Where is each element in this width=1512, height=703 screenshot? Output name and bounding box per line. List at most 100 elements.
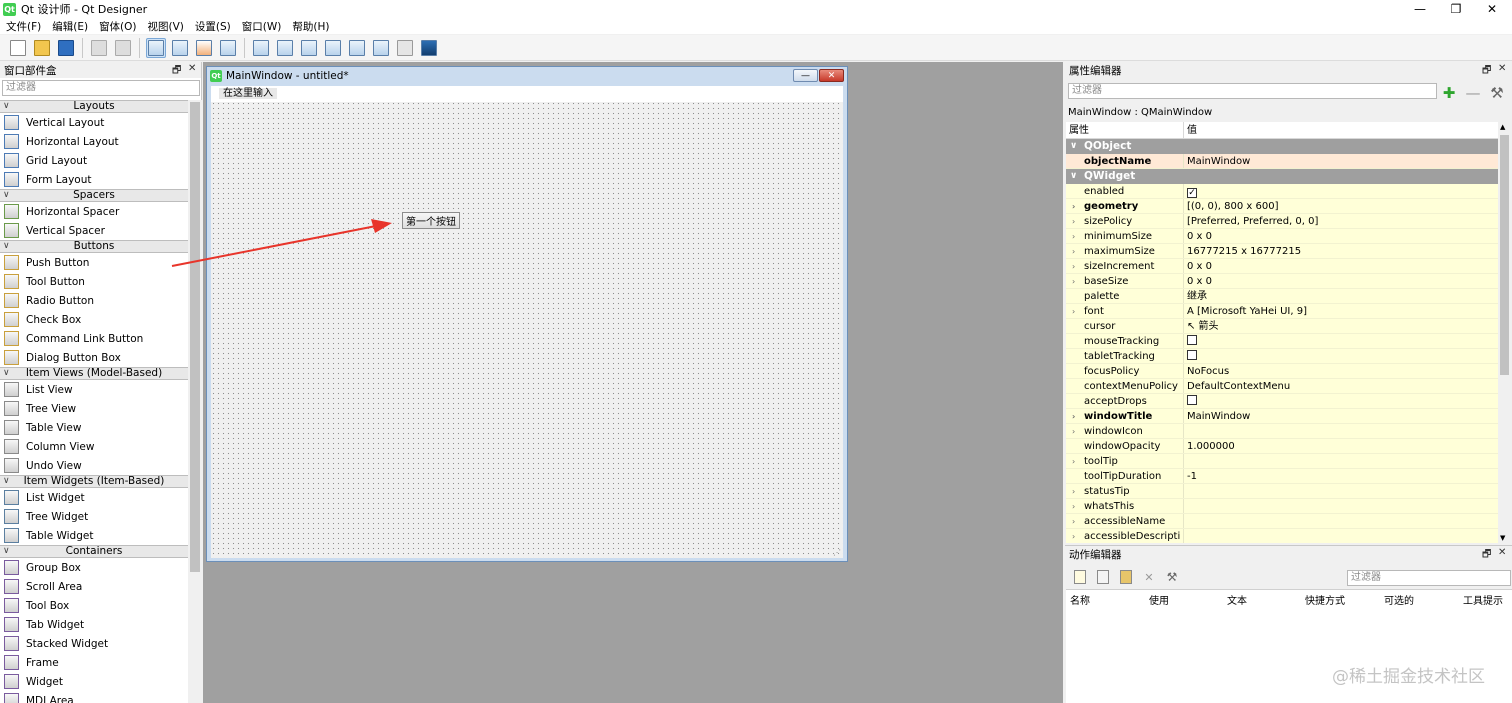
property-row[interactable]: › sizePolicy [Preferred, Preferred, 0, 0]: [1066, 214, 1498, 229]
widget-item[interactable]: Horizontal Spacer: [0, 202, 188, 221]
copy-action-icon[interactable]: [1094, 568, 1112, 586]
property-row[interactable]: cursor ↖ 箭头: [1066, 319, 1498, 334]
property-value-cell[interactable]: -1: [1184, 469, 1498, 483]
property-filter-input[interactable]: 过滤器: [1068, 83, 1437, 99]
chevron-right-icon[interactable]: ›: [1072, 244, 1075, 258]
property-value-cell[interactable]: [1184, 424, 1498, 438]
property-row[interactable]: mouseTracking: [1066, 334, 1498, 349]
widget-item[interactable]: Column View: [0, 437, 188, 456]
property-row[interactable]: › accessibleName: [1066, 514, 1498, 529]
menu-file[interactable]: 文件(F): [6, 19, 41, 34]
category-header[interactable]: ∨ Spacers: [0, 189, 188, 202]
column-checkable[interactable]: 可选的: [1384, 592, 1414, 607]
close-icon[interactable]: ✕: [1498, 547, 1506, 558]
widget-item[interactable]: Undo View: [0, 456, 188, 475]
form-menu-placeholder[interactable]: 在这里输入: [219, 88, 277, 99]
first-push-button[interactable]: 第一个按钮: [402, 212, 460, 229]
widget-box-scrollbar[interactable]: [188, 100, 202, 703]
property-value-cell[interactable]: ↖ 箭头: [1184, 319, 1498, 333]
menu-view[interactable]: 视图(V): [148, 19, 184, 34]
configure-icon[interactable]: ⚒: [1487, 84, 1507, 102]
property-value-cell[interactable]: ✓: [1184, 184, 1498, 198]
property-row[interactable]: objectName MainWindow: [1066, 154, 1498, 169]
form-minimize-button[interactable]: —: [793, 69, 818, 82]
property-row[interactable]: › baseSize 0 x 0: [1066, 274, 1498, 289]
widget-item[interactable]: Tab Widget: [0, 615, 188, 634]
widget-item[interactable]: Horizontal Layout: [0, 132, 188, 151]
form-window[interactable]: Qt MainWindow - untitled* — ✕ 在这里输入 第一个按…: [206, 66, 848, 562]
chevron-right-icon[interactable]: ›: [1072, 484, 1075, 498]
property-group[interactable]: ∨ QObject: [1066, 139, 1498, 154]
chevron-right-icon[interactable]: ›: [1072, 409, 1075, 423]
widget-item[interactable]: Stacked Widget: [0, 634, 188, 653]
property-row[interactable]: › windowIcon: [1066, 424, 1498, 439]
widget-item[interactable]: Tree Widget: [0, 507, 188, 526]
property-row[interactable]: › whatsThis: [1066, 499, 1498, 514]
property-value-cell[interactable]: DefaultContextMenu: [1184, 379, 1498, 393]
widget-item[interactable]: Table Widget: [0, 526, 188, 545]
widget-item[interactable]: Tree View: [0, 399, 188, 418]
chevron-right-icon[interactable]: ›: [1072, 499, 1075, 513]
property-row[interactable]: enabled ✓: [1066, 184, 1498, 199]
layout-splitter-v-icon[interactable]: [323, 38, 343, 58]
column-name[interactable]: 名称: [1070, 592, 1090, 607]
widget-item[interactable]: Tool Box: [0, 596, 188, 615]
widget-item[interactable]: Grid Layout: [0, 151, 188, 170]
chevron-right-icon[interactable]: ›: [1072, 214, 1075, 228]
open-folder-icon[interactable]: [32, 38, 52, 58]
form-menubar[interactable]: 在这里输入: [211, 86, 843, 102]
widget-item[interactable]: Dialog Button Box: [0, 348, 188, 367]
property-checkbox[interactable]: ✓: [1187, 188, 1197, 198]
widget-item[interactable]: Form Layout: [0, 170, 188, 189]
copy-icon[interactable]: [89, 38, 109, 58]
property-row[interactable]: palette 继承: [1066, 289, 1498, 304]
remove-property-icon[interactable]: —: [1463, 84, 1483, 102]
column-used[interactable]: 使用: [1149, 592, 1169, 607]
property-row[interactable]: › accessibleDescripti: [1066, 529, 1498, 543]
property-value-cell[interactable]: MainWindow: [1184, 409, 1498, 423]
property-value-cell[interactable]: 继承: [1184, 289, 1498, 303]
column-text[interactable]: 文本: [1227, 592, 1247, 607]
property-row[interactable]: windowOpacity 1.000000: [1066, 439, 1498, 454]
widget-box-filter-input[interactable]: 过滤器: [2, 80, 200, 96]
property-value-cell[interactable]: A [Microsoft YaHei UI, 9]: [1184, 304, 1498, 318]
widget-item[interactable]: Vertical Layout: [0, 113, 188, 132]
property-row[interactable]: › sizeIncrement 0 x 0: [1066, 259, 1498, 274]
close-button[interactable]: ✕: [1474, 0, 1510, 18]
property-value-cell[interactable]: [1184, 499, 1498, 513]
property-row[interactable]: tabletTracking: [1066, 349, 1498, 364]
widget-item[interactable]: Scroll Area: [0, 577, 188, 596]
layout-splitter-h-icon[interactable]: [299, 38, 319, 58]
property-row[interactable]: › geometry [(0, 0), 800 x 600]: [1066, 199, 1498, 214]
property-value-cell[interactable]: 0 x 0: [1184, 274, 1498, 288]
property-value-cell[interactable]: 1.000000: [1184, 439, 1498, 453]
edit-buddies-icon[interactable]: [194, 38, 214, 58]
chevron-right-icon[interactable]: ›: [1072, 454, 1075, 468]
chevron-right-icon[interactable]: ›: [1072, 229, 1075, 243]
column-property[interactable]: 属性: [1066, 122, 1184, 138]
widget-item[interactable]: MDI Area: [0, 691, 188, 703]
property-row[interactable]: › font A [Microsoft YaHei UI, 9]: [1066, 304, 1498, 319]
widget-item[interactable]: Group Box: [0, 558, 188, 577]
chevron-right-icon[interactable]: ›: [1072, 259, 1075, 273]
chevron-right-icon[interactable]: ›: [1072, 304, 1075, 318]
add-property-icon[interactable]: ✚: [1439, 84, 1459, 102]
property-scrollbar[interactable]: ▲ ▼: [1498, 122, 1511, 543]
property-row[interactable]: › toolTip: [1066, 454, 1498, 469]
widget-item[interactable]: Vertical Spacer: [0, 221, 188, 240]
float-icon[interactable]: 🗗: [1482, 63, 1491, 80]
paste-icon[interactable]: [113, 38, 133, 58]
column-shortcut[interactable]: 快捷方式: [1305, 592, 1345, 607]
scroll-up-icon[interactable]: ▲: [1500, 123, 1505, 131]
size-grip-icon[interactable]: ⋰: [833, 548, 841, 557]
property-row[interactable]: contextMenuPolicy DefaultContextMenu: [1066, 379, 1498, 394]
property-value-cell[interactable]: [Preferred, Preferred, 0, 0]: [1184, 214, 1498, 228]
chevron-right-icon[interactable]: ›: [1072, 199, 1075, 213]
close-icon[interactable]: ✕: [1498, 63, 1506, 74]
layout-form-icon[interactable]: [371, 38, 391, 58]
property-row[interactable]: › maximumSize 16777215 x 16777215: [1066, 244, 1498, 259]
menu-settings[interactable]: 设置(S): [195, 19, 231, 34]
chevron-right-icon[interactable]: ›: [1072, 529, 1075, 543]
category-header[interactable]: ∨ Buttons: [0, 240, 188, 253]
save-icon[interactable]: [56, 38, 76, 58]
